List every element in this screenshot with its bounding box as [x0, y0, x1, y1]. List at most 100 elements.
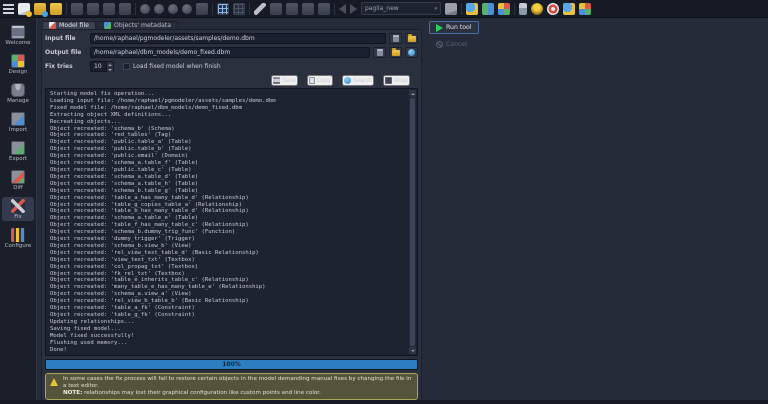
save-icon	[273, 77, 280, 84]
clear-output-file-button[interactable]	[373, 47, 386, 58]
toolbar-left-group	[3, 3, 357, 15]
trash-icon	[393, 35, 399, 42]
progress-label: 100%	[222, 361, 241, 368]
fix-log-output[interactable]: Starting model fix operation... Loading …	[45, 88, 418, 356]
objects-metadata-tab-icon	[104, 22, 111, 29]
sidebar-item-design[interactable]: Design	[2, 52, 34, 76]
scroll-up-icon[interactable]	[409, 90, 416, 97]
copy-icon	[309, 77, 315, 84]
toolbar-button-separator-5	[334, 3, 335, 15]
run-tool-button[interactable]: Run tool	[429, 21, 479, 34]
copy-label: Copy	[317, 78, 331, 84]
toolbar-button-nav-previous[interactable]	[339, 4, 346, 14]
cancel-label: Cancel	[446, 41, 467, 48]
toolbar-button-zoom-out[interactable]	[140, 4, 150, 14]
toolbar-button-best-fit[interactable]	[182, 4, 192, 14]
sidebar-item-diff[interactable]: Diff	[2, 168, 34, 192]
toolbar-button-page-delimiters[interactable]	[233, 3, 245, 15]
sidebar-item-label: Export	[9, 156, 27, 162]
load-fixed-model-checkbox[interactable]	[123, 63, 130, 70]
log-scrollbar[interactable]	[409, 90, 416, 354]
toolbar-button-new-model-doc[interactable]	[445, 3, 457, 15]
toolbar-button-find-object[interactable]	[466, 3, 478, 15]
toolbar-button-export-model[interactable]	[119, 3, 131, 15]
fix-panel: Model file Objects' metadata Input file	[41, 21, 422, 396]
wrap-label: Wrap	[394, 78, 408, 84]
stepper-down-icon[interactable]	[107, 68, 113, 74]
sidebar-item-label: Import	[9, 127, 27, 133]
toolbar-button-main-menu[interactable]	[3, 4, 14, 14]
tab-label: Model file	[59, 22, 89, 29]
sidebar-item-welcome[interactable]: Welcome	[2, 23, 34, 47]
wrap-log-button[interactable]: Wrap	[383, 75, 410, 86]
fix-tool-view: Model file Objects' metadata Input file	[36, 18, 768, 404]
search-icon	[344, 77, 351, 84]
save-label: Save	[282, 78, 296, 84]
toolbar-button-objects-metadata-action[interactable]	[579, 3, 591, 15]
run-tool-label: Run tool	[446, 24, 472, 31]
toolbar-button-support[interactable]	[547, 3, 559, 15]
toolbar-button-zoom-in[interactable]	[168, 4, 178, 14]
configure-icon	[11, 228, 25, 242]
toolbar-button-new-model[interactable]	[18, 3, 30, 15]
output-file-field[interactable]	[90, 47, 370, 58]
toolbar-button-select-objects[interactable]	[286, 3, 298, 15]
model-file-tab-icon	[49, 22, 56, 29]
clear-input-file-button[interactable]	[389, 33, 402, 44]
toolbar-button-nav-next[interactable]	[350, 4, 357, 14]
tab-objects-metadata[interactable]: Objects' metadata	[97, 21, 178, 29]
save-log-button[interactable]: Save	[271, 75, 298, 86]
toolbar-button-bug-report[interactable]	[563, 3, 575, 15]
search-log-button[interactable]: Search	[342, 75, 374, 86]
toolbar-button-separator-6	[461, 3, 462, 15]
pgmodeler-window: pagila_new ▾ Welcome Design Manage	[0, 0, 768, 404]
toolbar-button-normal-zoom[interactable]	[154, 4, 164, 14]
fix-tries-label: Fix tries	[45, 63, 87, 70]
output-file-label: Output file	[45, 49, 87, 56]
fix-tries-stepper[interactable]: 10	[90, 61, 114, 72]
sidebar-item-manage[interactable]: Manage	[2, 81, 34, 105]
input-file-field[interactable]	[90, 33, 386, 44]
tab-model-file[interactable]: Model file	[42, 21, 96, 29]
cancel-button[interactable]: Cancel	[429, 38, 474, 51]
model-file-panel: Input file Output file	[41, 29, 422, 404]
toolbar-button-quick-selection[interactable]	[302, 3, 314, 15]
scroll-down-icon[interactable]	[409, 347, 416, 354]
load-fixed-model-label: Load fixed model when finish	[133, 63, 221, 70]
toolbar-button-recent-models[interactable]	[50, 3, 62, 15]
import-icon	[11, 112, 25, 126]
toolbar-button-swap-objects-ids[interactable]	[482, 3, 494, 15]
fix-tries-row: Fix tries 10 Load fixed model when finis…	[45, 61, 418, 72]
sidebar-item-export[interactable]: Export	[2, 139, 34, 163]
toolbar-button-expand-canvas[interactable]	[196, 3, 208, 15]
copy-log-button[interactable]: Copy	[307, 75, 333, 86]
input-file-row: Input file	[45, 33, 418, 44]
sidebar-item-import[interactable]: Import	[2, 110, 34, 134]
toolbar-button-plugin-port[interactable]	[519, 3, 527, 15]
toolbar-button-load-model[interactable]	[34, 3, 46, 15]
sidebar-item-fix[interactable]: Fix	[2, 197, 34, 221]
model-selector-value: pagila_new	[365, 5, 432, 12]
toolbar-button-show-grid[interactable]	[217, 3, 229, 15]
toolbar-button-save-as[interactable]	[87, 3, 99, 15]
search-label: Search	[353, 78, 372, 84]
toolbar-button-layers[interactable]	[318, 3, 330, 15]
scrollbar-thumb[interactable]	[410, 98, 415, 346]
toolbar-button-save-model[interactable]	[71, 3, 83, 15]
toolbar-button-donate[interactable]	[531, 3, 543, 15]
toolbar-button-print-model[interactable]	[103, 3, 115, 15]
open-output-location-button[interactable]	[405, 47, 418, 58]
toolbar-button-plugins[interactable]	[498, 3, 510, 15]
browse-input-file-button[interactable]	[405, 33, 418, 44]
warning-box: In some cases the fix process will fail …	[45, 373, 418, 400]
toolbar-button-move-objects[interactable]	[270, 3, 282, 15]
sidebar-item-configure[interactable]: Configure	[2, 226, 34, 250]
trash-icon	[377, 49, 383, 56]
warning-icon	[50, 378, 58, 386]
toolbar-button-edit-objects[interactable]	[254, 3, 266, 15]
browse-output-file-button[interactable]	[389, 47, 402, 58]
toolbar-button-separator-2	[135, 3, 136, 15]
sidebar-item-label: Configure	[5, 243, 32, 249]
model-selector[interactable]: pagila_new ▾	[361, 2, 441, 15]
toolbar-right-group	[445, 3, 591, 15]
